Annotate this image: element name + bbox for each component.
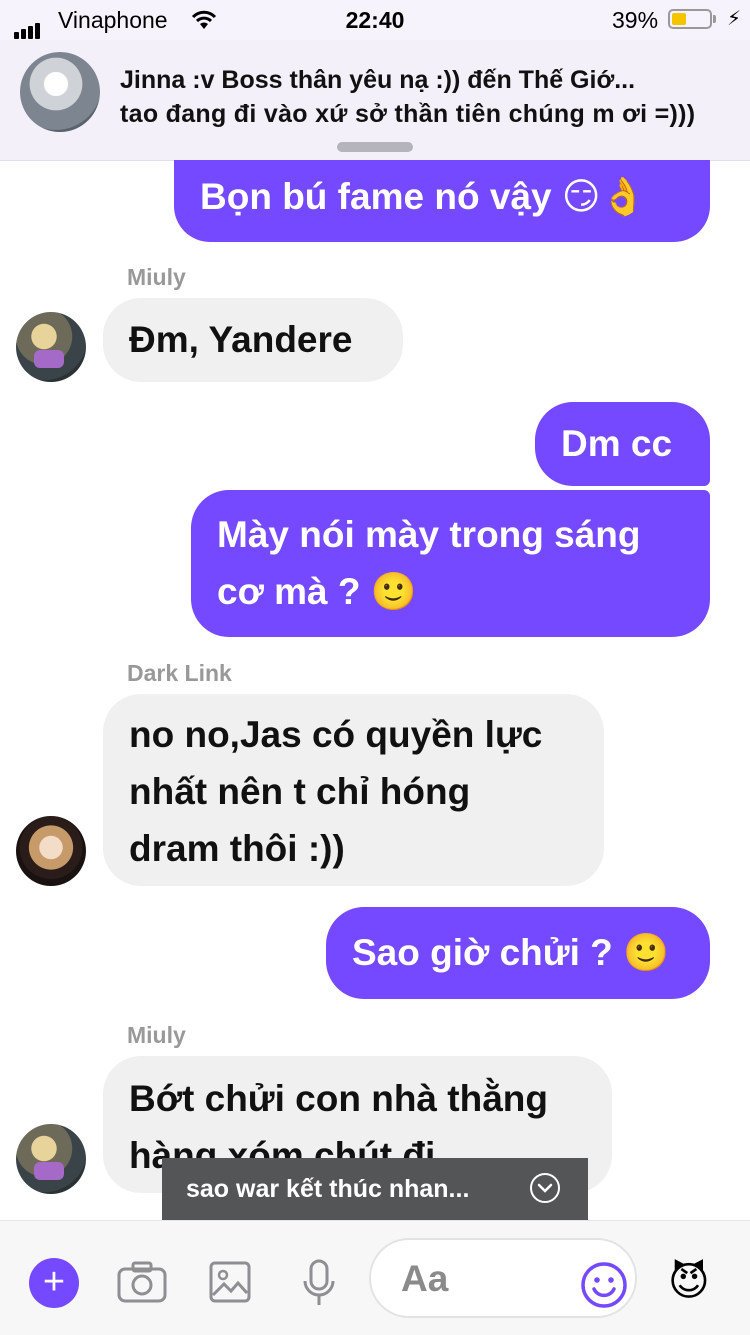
message-bubble-outgoing[interactable]: Dm cc (535, 402, 710, 486)
notification-body: tao đang đi vào xứ sở thần tiên chúng m … (120, 100, 696, 128)
message-bubble-outgoing[interactable]: Mày nói mày trong sáng cơ mà ? 🙂 (191, 490, 710, 637)
notification-banner[interactable]: Jinna :v Boss thân yêu nạ :)) đến Thế Gi… (0, 40, 750, 161)
message-text-line: Mày nói mày trong sáng (217, 514, 641, 555)
microphone-icon[interactable] (302, 1259, 336, 1312)
avatar-miuly[interactable] (16, 1124, 86, 1194)
message-text-line: dram thôi :)) (129, 828, 345, 869)
message-text: Đm, Yandere (129, 319, 353, 360)
message-input-placeholder: Aa (401, 1258, 449, 1299)
composer-bar: + Aa 😈 (0, 1220, 750, 1335)
sender-name: Miuly (127, 1022, 186, 1048)
smirk-ok-emoji: 😏👌 (561, 176, 647, 217)
toast-text: sao war kết thúc nhan... (186, 1175, 470, 1203)
avatar-miuly[interactable] (16, 312, 86, 382)
message-text-line: Bớt chửi con nhà thằng (129, 1078, 548, 1119)
notification-avatar (20, 52, 100, 132)
notification-title: Jinna :v Boss thân yêu nạ :)) đến Thế Gi… (120, 66, 636, 94)
message-bubble-outgoing[interactable]: Bọn bú fame nó vậy 😏👌 (174, 160, 710, 242)
message-text: Sao giờ chửi ? (352, 932, 613, 973)
message-text: Bọn bú fame nó vậy (200, 176, 552, 217)
smiley-icon[interactable] (580, 1261, 628, 1314)
chevron-down-icon[interactable] (530, 1173, 560, 1203)
new-message-toast[interactable]: sao war kết thúc nhan... (162, 1158, 588, 1220)
sender-name: Miuly (127, 264, 186, 290)
slight-smile-emoji: 🙂 (623, 932, 670, 973)
message-text-line: cơ mà ? 🙂 (217, 571, 417, 612)
notification-drag-handle[interactable] (337, 142, 413, 152)
message-text-line: nhất nên t chỉ hóng (129, 771, 471, 812)
message-text-line: no no,Jas có quyền lực (129, 714, 543, 755)
message-text: Dm cc (561, 423, 673, 464)
slight-smile-emoji: 🙂 (370, 571, 417, 612)
plus-icon[interactable]: + (29, 1258, 79, 1308)
message-bubble-incoming[interactable]: no no,Jas có quyền lực nhất nên t chỉ hó… (103, 694, 604, 886)
message-bubble-outgoing[interactable]: Sao giờ chửi ? 🙂 (326, 907, 710, 999)
image-icon[interactable] (209, 1261, 251, 1308)
camera-icon[interactable] (117, 1261, 167, 1310)
battery-tip (713, 15, 716, 23)
devil-reaction-icon[interactable]: 😈 (668, 1259, 710, 1305)
message-bubble-incoming[interactable]: Đm, Yandere (103, 298, 403, 382)
charging-icon: ⚡ (727, 8, 742, 30)
status-bar: Vinaphone 22:40 39% ⚡ (0, 0, 750, 40)
battery-percent: 39% (612, 7, 659, 33)
sender-name: Dark Link (127, 660, 232, 686)
avatar-dark-link[interactable] (16, 816, 86, 886)
battery-icon (668, 9, 712, 29)
